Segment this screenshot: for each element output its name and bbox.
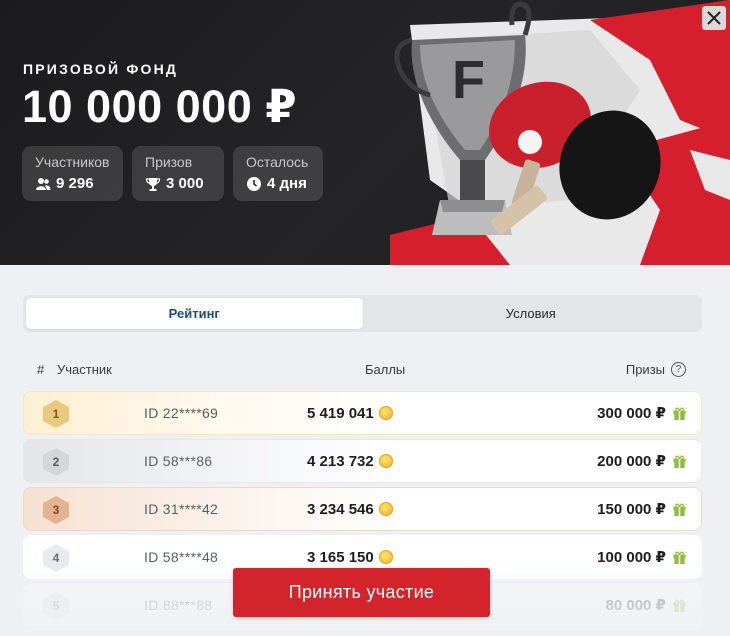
prize-value: 80 000 ₽ bbox=[605, 597, 666, 614]
participants-count: 9 296 bbox=[56, 175, 94, 192]
participant-id: ID 58****48 bbox=[144, 549, 219, 565]
prize-cell: 150 000 ₽ bbox=[597, 500, 687, 518]
points-value: 3 165 150 bbox=[307, 548, 374, 566]
stat-value-row: 4 дня bbox=[246, 175, 310, 192]
stat-value-row: 9 296 bbox=[35, 175, 110, 192]
prize-value: 200 000 ₽ bbox=[597, 453, 666, 470]
prize-fund-label: ПРИЗОВОЙ ФОНД bbox=[23, 61, 179, 77]
prize-cell: 100 000 ₽ bbox=[597, 548, 687, 566]
rank-badge-silver: 2 bbox=[43, 448, 69, 476]
tab-conditions[interactable]: Условия bbox=[363, 298, 700, 329]
stat-time-left: Осталось 4 дня bbox=[233, 146, 323, 201]
prize-fund-amount: 10 000 000 ₽ bbox=[22, 81, 298, 132]
gift-icon bbox=[673, 455, 686, 468]
prize-value: 100 000 ₽ bbox=[597, 549, 666, 566]
participant-id: ID 31****42 bbox=[144, 501, 219, 517]
prize-value: 300 000 ₽ bbox=[597, 405, 666, 422]
gift-icon bbox=[673, 599, 686, 612]
participant-id: ID 22****69 bbox=[144, 405, 219, 421]
help-icon[interactable]: ? bbox=[671, 362, 686, 377]
rank-badge: 5 bbox=[43, 592, 69, 620]
prizes-count: 3 000 bbox=[166, 175, 204, 192]
points-cell: 5 419 041 bbox=[307, 405, 393, 422]
gift-icon bbox=[673, 551, 686, 564]
rank-badge-bronze: 3 bbox=[43, 496, 69, 524]
tab-rating[interactable]: Рейтинг bbox=[26, 298, 363, 329]
close-icon bbox=[707, 11, 721, 25]
stat-prizes: Призов 3 000 bbox=[132, 146, 224, 201]
coin-icon bbox=[378, 454, 393, 468]
prize-cell: 80 000 ₽ bbox=[606, 596, 687, 614]
tournament-stats: Участников 9 296 Призов 3 000 Осталось 4… bbox=[22, 146, 323, 201]
participant-id: ID 88***88 bbox=[144, 597, 213, 613]
points-cell: 4 213 732 bbox=[307, 453, 393, 470]
stat-participants: Участников 9 296 bbox=[22, 146, 123, 201]
svg-text:F: F bbox=[452, 50, 485, 110]
column-prizes-header: Призы ? bbox=[626, 362, 686, 377]
prize-cell: 200 000 ₽ bbox=[597, 452, 687, 470]
prizes-header-label: Призы bbox=[625, 362, 665, 377]
points-cell: 3 234 546 bbox=[307, 501, 393, 518]
close-button[interactable] bbox=[702, 6, 726, 30]
points-value: 5 419 041 bbox=[307, 404, 374, 422]
points-cell: 3 165 150 bbox=[307, 549, 393, 566]
table-row: 2 ID 58***86 4 213 732 200 000 ₽ bbox=[23, 439, 702, 483]
trophy-icon bbox=[145, 177, 161, 191]
column-participant-header: Участник bbox=[57, 362, 112, 377]
join-tournament-button[interactable]: Принять участие bbox=[233, 568, 490, 617]
stat-label: Участников bbox=[35, 154, 110, 170]
column-rank-header: # bbox=[37, 362, 45, 377]
tab-bar: Рейтинг Условия bbox=[23, 295, 702, 332]
table-row: 3 ID 31****42 3 234 546 150 000 ₽ bbox=[23, 487, 702, 531]
points-value: 4 213 732 bbox=[307, 452, 374, 470]
prize-value: 150 000 ₽ bbox=[597, 501, 666, 518]
stat-label: Осталось bbox=[246, 154, 309, 170]
leaderboard-header: # Участник Баллы Призы ? bbox=[23, 362, 702, 380]
rank-badge: 4 bbox=[43, 544, 69, 572]
points-value: 3 234 546 bbox=[307, 500, 374, 518]
table-row: 1 ID 22****69 5 419 041 300 000 ₽ bbox=[23, 391, 702, 435]
time-left-value: 4 дня bbox=[267, 175, 307, 192]
coin-icon bbox=[378, 550, 393, 564]
coin-icon bbox=[378, 406, 393, 420]
coin-icon bbox=[378, 502, 393, 516]
users-icon bbox=[36, 177, 51, 190]
gift-icon bbox=[673, 407, 686, 420]
trophy-and-paddles-illustration: F bbox=[390, 0, 730, 265]
rank-badge-gold: 1 bbox=[43, 400, 69, 428]
stat-value-row: 3 000 bbox=[145, 175, 211, 192]
prize-fund-banner: F ПРИЗОВОЙ ФОНД 10 000 000 ₽ Участников … bbox=[0, 0, 730, 265]
prize-cell: 300 000 ₽ bbox=[597, 404, 687, 422]
participant-id: ID 58***86 bbox=[144, 453, 213, 469]
column-points-header: Баллы bbox=[365, 362, 406, 377]
clock-icon bbox=[247, 176, 261, 191]
gift-icon bbox=[673, 503, 686, 516]
stat-label: Призов bbox=[145, 154, 193, 170]
